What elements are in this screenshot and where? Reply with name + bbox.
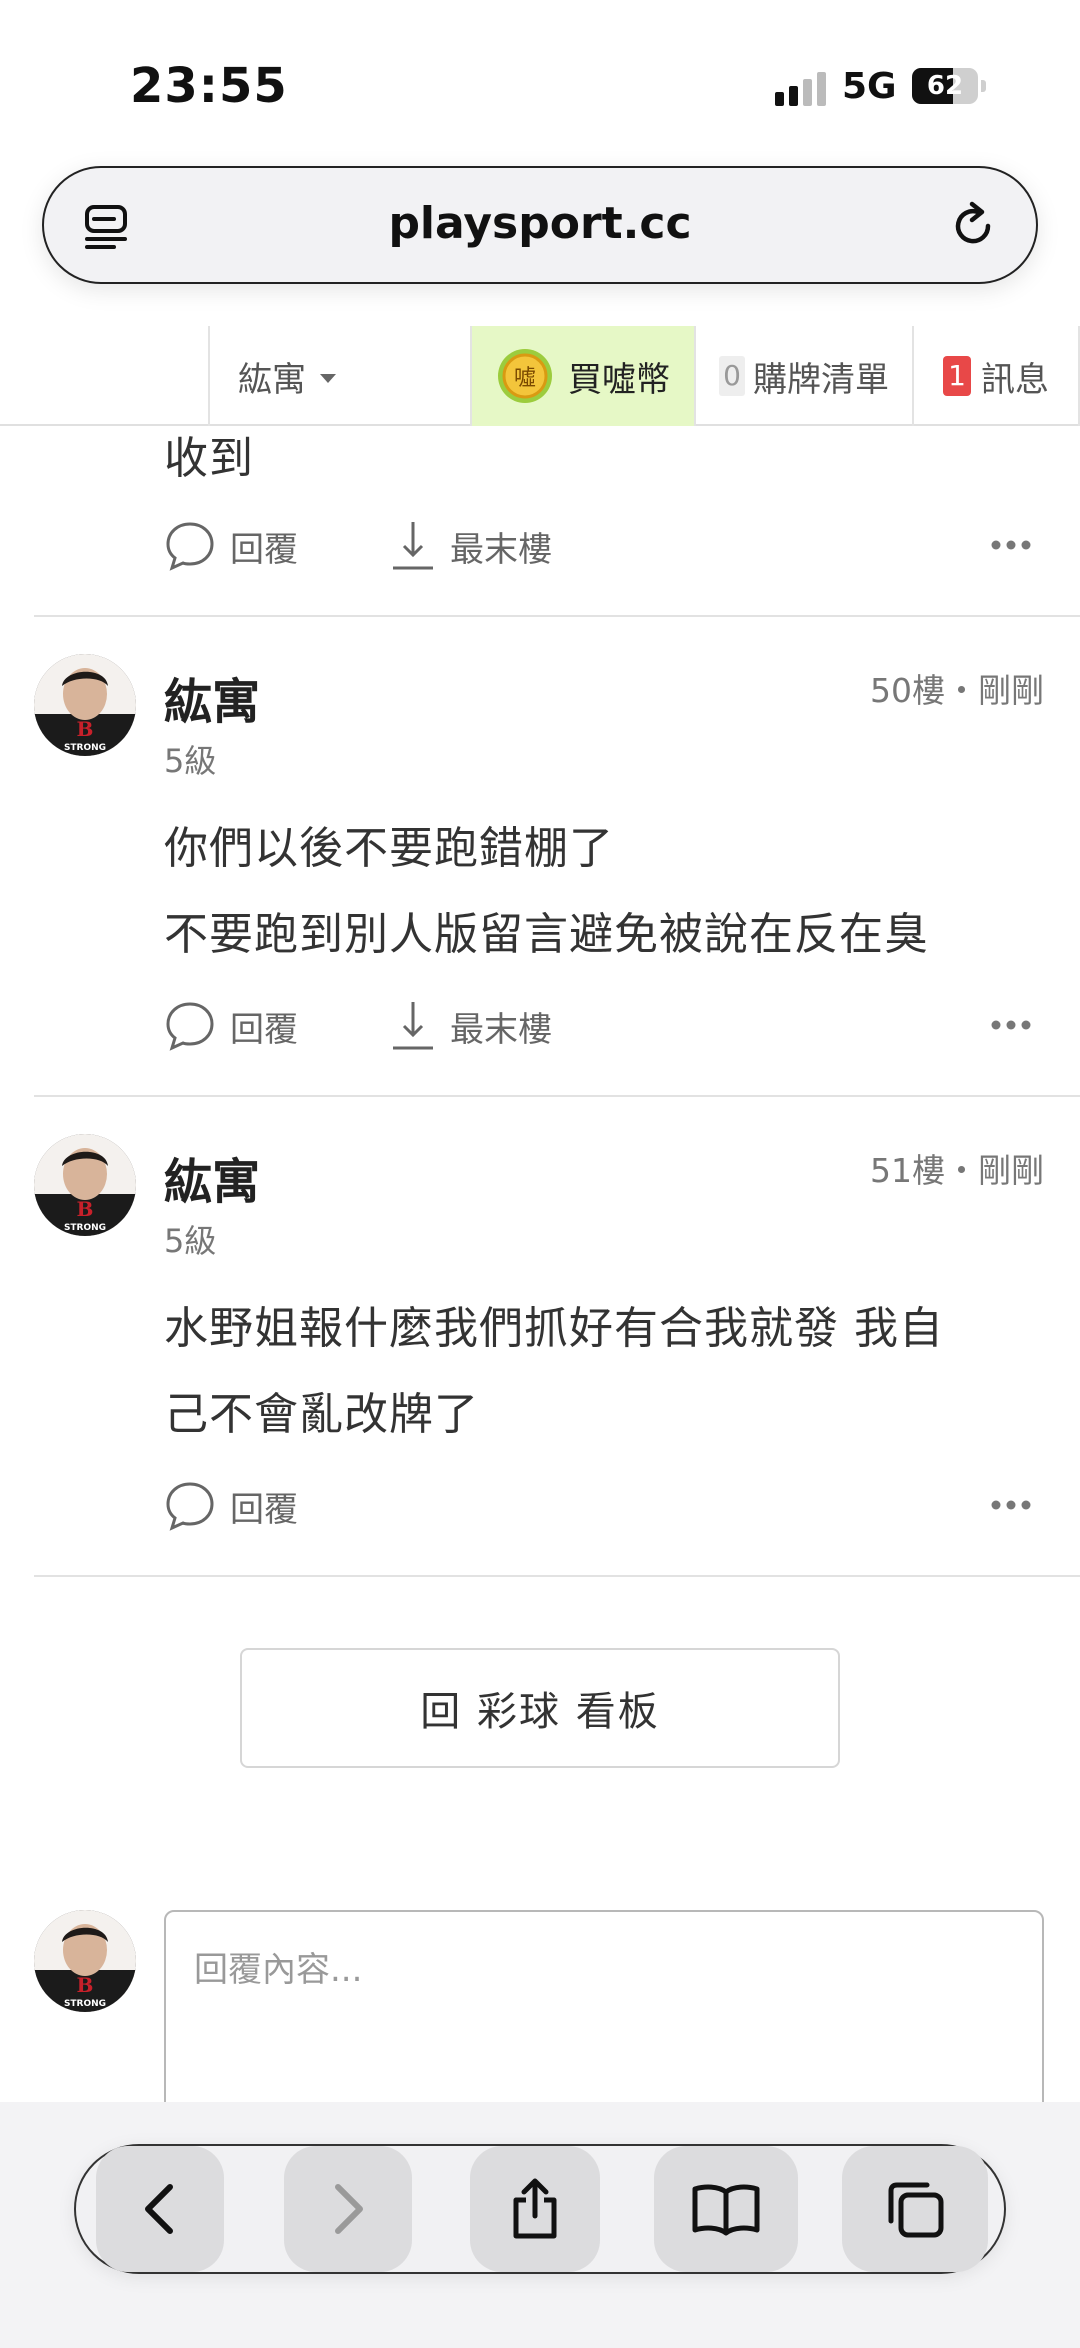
network-type: 5G [842, 66, 897, 107]
avatar-text: STRONG [64, 1999, 106, 2009]
reply-button[interactable]: 回覆 [164, 516, 298, 576]
more-options-icon[interactable] [990, 1498, 1032, 1512]
messages-button[interactable]: 1 訊息 [912, 326, 1080, 426]
post-floor-time: 51樓・剛剛 [870, 1151, 1044, 1190]
post-actions: 回覆 最末樓 [164, 516, 1044, 576]
browser-bottom-bar [0, 2102, 1080, 2348]
post-actions: 回覆 最末樓 [164, 996, 1044, 1056]
reply-label: 回覆 [230, 1489, 298, 1530]
post-divider [34, 1095, 1080, 1097]
battery-icon: 62 [912, 68, 978, 104]
coin-icon-text: 噓 [514, 366, 536, 391]
post-actions: 回覆 [164, 1476, 1044, 1536]
more-options-icon[interactable] [990, 1018, 1032, 1032]
post-text: 收到 [164, 433, 254, 484]
post-divider [34, 1575, 1080, 1577]
forward-button[interactable] [284, 2146, 412, 2272]
share-icon [513, 2178, 557, 2239]
author-level: 5級 [164, 1222, 217, 1260]
site-nav: 紘寓 噓 買噓幣 0 購牌清單 1 訊息 [0, 326, 1080, 426]
reply-placeholder: 回覆內容... [194, 1950, 363, 1990]
nav-username: 紘寓 [238, 359, 306, 400]
chevron-right-icon [335, 2184, 363, 2234]
status-bar: 23:55 5G 62 [0, 0, 1080, 160]
battery-tip [981, 80, 986, 92]
last-floor-button[interactable]: 最末樓 [390, 516, 552, 576]
more-options-icon[interactable] [990, 538, 1032, 552]
chevron-left-icon [145, 2184, 173, 2234]
last-floor-button[interactable]: 最末樓 [390, 996, 552, 1056]
book-icon [692, 2184, 760, 2236]
reply-label: 回覆 [230, 1009, 298, 1050]
browser-toolbar [74, 2144, 1006, 2274]
avatar-image: B STRONG [34, 654, 136, 756]
coin-icon: 噓 [498, 349, 552, 403]
avatar[interactable]: B STRONG [34, 1134, 136, 1236]
address-bar[interactable]: playsport.cc [42, 166, 1038, 284]
avatar-image: B STRONG [34, 1134, 136, 1236]
comment-icon [166, 522, 214, 571]
coin-label: 買噓幣 [568, 359, 670, 400]
messages-count-badge: 1 [943, 356, 971, 396]
post-divider [34, 615, 1080, 617]
avatar-text: STRONG [64, 1223, 106, 1233]
tabs-icon [888, 2182, 944, 2238]
author-level: 5級 [164, 742, 217, 780]
back-to-board-button[interactable]: 回 彩球 看板 [240, 1648, 840, 1768]
avatar[interactable]: B STRONG [34, 654, 136, 756]
tabs-button[interactable] [842, 2146, 988, 2272]
jump-to-bottom-icon [393, 522, 433, 570]
battery-percent: 62 [926, 71, 964, 101]
caret-down-icon [320, 373, 336, 383]
bookmarks-button[interactable] [654, 2146, 798, 2272]
avatar-image: B STRONG [34, 1910, 136, 2012]
author-name[interactable]: 紘寓 [164, 662, 260, 732]
cart-count-badge: 0 [719, 356, 745, 396]
reply-button[interactable]: 回覆 [164, 996, 298, 1056]
svg-text:B: B [77, 1197, 94, 1221]
reply-label: 回覆 [230, 529, 298, 570]
last-floor-label: 最末樓 [450, 1009, 552, 1050]
post-text-line: 你們以後不要跑錯棚了 [164, 823, 614, 874]
cart-label: 購牌清單 [753, 359, 889, 400]
share-button[interactable] [470, 2146, 600, 2272]
jump-to-bottom-icon [393, 1002, 433, 1050]
post-text-line: 己不會亂改牌了 [164, 1389, 479, 1440]
reload-icon[interactable] [950, 200, 998, 250]
author-name[interactable]: 紘寓 [164, 1142, 260, 1212]
svg-text:B: B [77, 1973, 94, 1997]
composer-avatar: B STRONG [34, 1910, 136, 2012]
svg-text:B: B [77, 717, 94, 741]
post-floor-time: 50樓・剛剛 [870, 671, 1044, 710]
status-time: 23:55 [130, 58, 288, 114]
back-button[interactable] [96, 2146, 224, 2272]
last-floor-label: 最末樓 [450, 529, 552, 570]
comment-icon [166, 1002, 214, 1051]
url-text[interactable]: playsport.cc [44, 198, 1036, 249]
comment-icon [166, 1482, 214, 1531]
avatar-text: STRONG [64, 743, 106, 753]
messages-label: 訊息 [981, 359, 1049, 400]
reply-button[interactable]: 回覆 [164, 1476, 298, 1536]
post-text-line: 不要跑到別人版留言避免被說在反在臭 [164, 909, 929, 960]
buy-coin-button[interactable]: 噓 買噓幣 [470, 326, 694, 426]
signal-strength-icon [775, 72, 827, 106]
cart-button[interactable]: 0 購牌清單 [694, 326, 912, 426]
user-menu[interactable]: 紘寓 [208, 326, 470, 426]
post-text-line: 水野姐報什麼我們抓好有合我就發 我自 [164, 1303, 944, 1354]
